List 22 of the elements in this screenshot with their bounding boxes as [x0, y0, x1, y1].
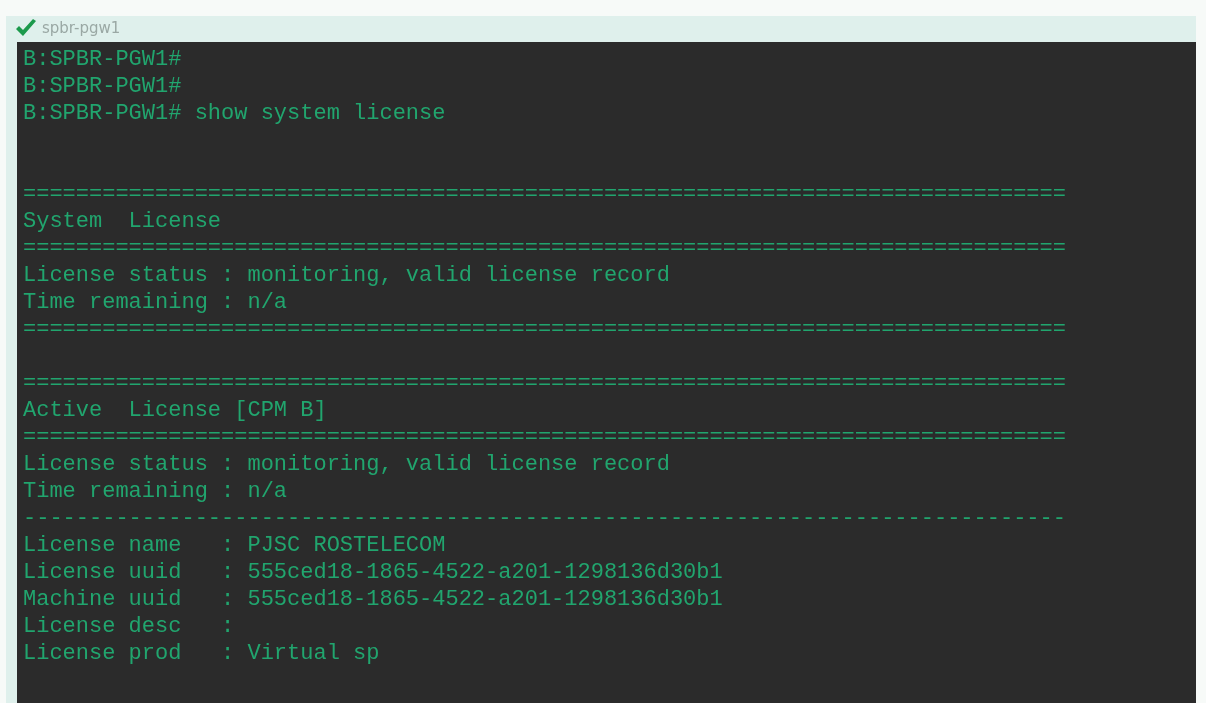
terminal-line: License status : monitoring, valid license record	[23, 262, 670, 289]
separator-line: -------------------------------------------------------------------------------	[23, 505, 1066, 532]
terminal-line: License prod : Virtual sp	[23, 640, 380, 667]
terminal-line: Machine uuid : 555ced18-1865-4522-a201-1298136d30b1	[23, 586, 723, 613]
checkmark-icon	[14, 18, 38, 38]
terminal-line: B:SPBR-PGW1#	[23, 73, 182, 100]
terminal-line: License desc :	[23, 613, 235, 640]
terminal-line: Time remaining : n/a	[23, 289, 288, 316]
separator-line: ===============================================================================	[23, 316, 1066, 343]
separator-line: ===============================================================================	[23, 181, 1066, 208]
separator-line: ===============================================================================	[23, 370, 1066, 397]
terminal-line: Time remaining : n/a	[23, 478, 288, 505]
terminal-line: License status : monitoring, valid license record	[23, 451, 670, 478]
terminal-line: B:SPBR-PGW1# show system license	[23, 100, 446, 127]
terminal-line: B:SPBR-PGW1#	[23, 46, 182, 73]
terminal-line: System License	[23, 208, 222, 235]
separator-line: ===============================================================================	[23, 424, 1066, 451]
terminal-line: License uuid : 555ced18-1865-4522-a201-1298136d30b1	[23, 559, 723, 586]
terminal-line: Active License [CPM B]	[23, 397, 327, 424]
window-title: spbr-pgw1	[42, 19, 121, 37]
terminal-line: License name : PJSC ROSTELECOM	[23, 532, 446, 559]
separator-line: ===============================================================================	[23, 235, 1066, 262]
